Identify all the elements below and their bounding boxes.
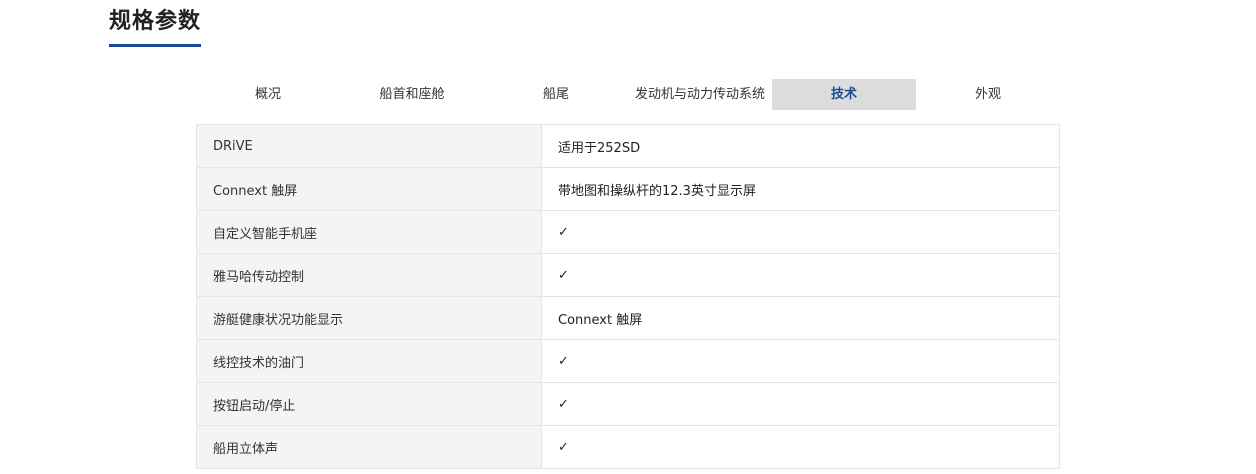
spec-table: DRiVE 适用于252SD Connext 触屏 带地图和操纵杆的12.3英寸… bbox=[196, 124, 1060, 469]
table-row: 自定义智能手机座 ✓ bbox=[196, 210, 1060, 254]
table-row: 船用立体声 ✓ bbox=[196, 425, 1060, 469]
check-icon: ✓ bbox=[541, 382, 1060, 426]
spec-value: 适用于252SD bbox=[541, 124, 1060, 168]
tab-technology[interactable]: 技术 bbox=[772, 79, 916, 110]
table-row: 游艇健康状况功能显示 Connext 触屏 bbox=[196, 296, 1060, 340]
check-icon: ✓ bbox=[541, 339, 1060, 383]
table-row: 按钮启动/停止 ✓ bbox=[196, 382, 1060, 426]
check-icon: ✓ bbox=[541, 210, 1060, 254]
tab-exterior[interactable]: 外观 bbox=[916, 79, 1060, 110]
spec-label: Connext 触屏 bbox=[196, 167, 542, 211]
spec-label: DRiVE bbox=[196, 124, 542, 168]
tab-engine-drivetrain[interactable]: 发动机与动力传动系统 bbox=[628, 79, 772, 110]
table-row: 线控技术的油门 ✓ bbox=[196, 339, 1060, 383]
check-icon: ✓ bbox=[541, 425, 1060, 469]
table-row: 雅马哈传动控制 ✓ bbox=[196, 253, 1060, 297]
spec-value: 带地图和操纵杆的12.3英寸显示屏 bbox=[541, 167, 1060, 211]
spec-label: 船用立体声 bbox=[196, 425, 542, 469]
tab-bow-cockpit[interactable]: 船首和座舱 bbox=[340, 79, 484, 110]
spec-page: 规格参数 概况 船首和座舱 船尾 发动机与动力传动系统 技术 外观 DRiVE … bbox=[0, 0, 1256, 474]
spec-label: 线控技术的油门 bbox=[196, 339, 542, 383]
spec-label: 游艇健康状况功能显示 bbox=[196, 296, 542, 340]
spec-value: Connext 触屏 bbox=[541, 296, 1060, 340]
spec-tabs: 概况 船首和座舱 船尾 发动机与动力传动系统 技术 外观 bbox=[196, 79, 1060, 110]
table-row: DRiVE 适用于252SD bbox=[196, 124, 1060, 168]
spec-label: 雅马哈传动控制 bbox=[196, 253, 542, 297]
tab-overview[interactable]: 概况 bbox=[196, 79, 340, 110]
tab-stern[interactable]: 船尾 bbox=[484, 79, 628, 110]
check-icon: ✓ bbox=[541, 253, 1060, 297]
spec-label: 自定义智能手机座 bbox=[196, 210, 542, 254]
table-row: Connext 触屏 带地图和操纵杆的12.3英寸显示屏 bbox=[196, 167, 1060, 211]
spec-label: 按钮启动/停止 bbox=[196, 382, 542, 426]
section-title: 规格参数 bbox=[109, 6, 202, 47]
